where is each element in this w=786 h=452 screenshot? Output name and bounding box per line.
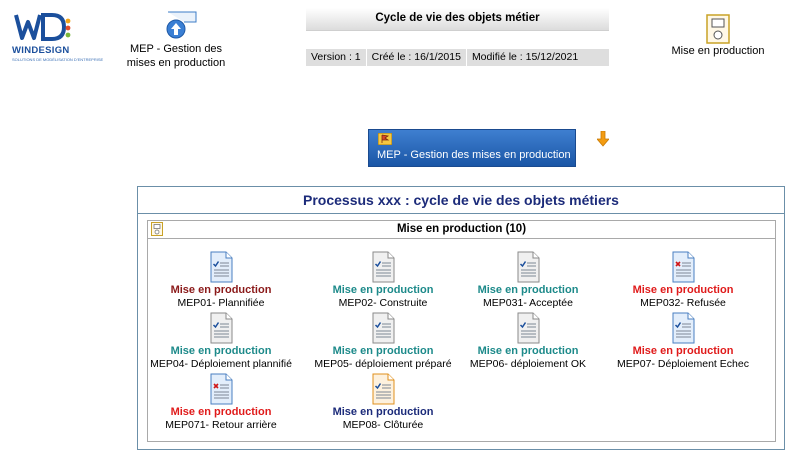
flag-icon (378, 133, 392, 145)
windesign-brand: WINDESIGN (12, 45, 70, 56)
arrow-down-icon[interactable] (597, 131, 609, 147)
state-item[interactable]: Mise en production MEP05- déploiement pré… (308, 312, 458, 371)
state-group-title: Mise en production (10) (396, 223, 527, 235)
state-item-status: Mise en production (332, 345, 434, 357)
state-item-name: MEP06- déploiement OK (469, 358, 587, 370)
modified-label: Modifié le : 15/12/2021 (465, 49, 583, 66)
state-item-status: Mise en production (477, 345, 579, 357)
state-item-status: Mise en production (332, 406, 434, 418)
state-item[interactable]: Mise en production MEP02- Construite (308, 251, 458, 310)
state-group-icon (151, 222, 163, 236)
process-up-arrow-icon (166, 11, 197, 39)
state-item-name: MEP05- déploiement préparé (314, 358, 452, 370)
process-title: Processus xxx : cycle de vie des objets … (138, 187, 784, 214)
state-item[interactable]: Mise en production MEP031- Acceptée (453, 251, 603, 310)
state-item[interactable]: Mise en production MEP07- Déploiement Ech… (608, 312, 758, 371)
state-item-status: Mise en production (170, 406, 272, 418)
created-label: Créé le : 16/1/2015 (365, 49, 466, 66)
windesign-wd-icon (14, 13, 71, 41)
mep-gestion-button[interactable]: MEP - Gestion des mises en production (368, 129, 576, 167)
doc-blue-cross-icon (210, 373, 233, 405)
state-item[interactable]: Mise en production MEP04- Déploiement pla… (146, 312, 296, 371)
doc-gray-check-icon (517, 312, 540, 344)
state-item[interactable]: Mise en production MEP08- Clôturée (308, 373, 458, 432)
mep-gestion-button-label: MEP - Gestion des mises en production (377, 149, 571, 161)
doc-gray-check-icon (372, 251, 395, 283)
state-item-status: Mise en production (477, 284, 579, 296)
doc-gray-check-icon (517, 251, 540, 283)
windesign-tagline: SOLUTIONS DE MODÉLISATION D'ENTREPRISE (12, 57, 104, 62)
state-item-status: Mise en production (170, 345, 272, 357)
state-item-status: Mise en production (170, 284, 272, 296)
mise-en-production-link[interactable]: Mise en production (668, 14, 768, 64)
state-item-name: MEP01- Plannifiée (177, 297, 265, 309)
version-label: Version : 1 (311, 51, 361, 63)
state-item[interactable]: Mise en production MEP071- Retour arrière (146, 373, 296, 432)
state-item-name: MEP08- Clôturée (342, 419, 424, 431)
doc-blue-check-icon (210, 251, 233, 283)
mep-header-link-line2: mises en production (126, 57, 226, 69)
mise-en-production-label: Mise en production (671, 45, 765, 57)
doc-blue-check-icon (672, 312, 695, 344)
info-panel: Cycle de vie des objets métier Version :… (306, 8, 609, 66)
state-item-name: MEP031- Acceptée (483, 297, 573, 309)
state-group-header: Mise en production (10) (148, 221, 775, 239)
state-group: Mise en production (10) Mise en producti… (147, 220, 776, 442)
state-item[interactable]: Mise en production MEP01- Plannifiée (146, 251, 296, 310)
doc-orange-check-icon (372, 373, 395, 405)
doc-blue-cross-icon (672, 251, 695, 283)
mep-header-link-line1: MEP - Gestion des (129, 43, 223, 55)
state-machine-icon (706, 14, 730, 44)
windesign-logo: WINDESIGN SOLUTIONS DE MODÉLISATION D'EN… (8, 10, 103, 66)
doc-gray-check-icon (210, 312, 233, 344)
state-item-name: MEP04- Déploiement plannifié (150, 358, 292, 370)
state-item[interactable]: Mise en production MEP06- déploiement OK (453, 312, 603, 371)
state-item-name: MEP071- Retour arrière (165, 419, 277, 431)
state-item-name: MEP07- Déploiement Echec (617, 358, 749, 370)
process-frame: Processus xxx : cycle de vie des objets … (137, 186, 785, 450)
state-item-name: MEP02- Construite (338, 297, 428, 309)
state-item-name: MEP032- Refusée (640, 297, 726, 309)
mep-header-link[interactable]: MEP - Gestion des mises en production (116, 10, 236, 72)
state-item-status: Mise en production (632, 345, 734, 357)
state-item[interactable]: Mise en production MEP032- Refusée (608, 251, 758, 310)
doc-gray-check-icon (372, 312, 395, 344)
info-meta: Version : 1 Créé le : 16/1/2015 Modifié … (306, 49, 609, 66)
page-title: Cycle de vie des objets métier (306, 8, 609, 31)
state-item-status: Mise en production (632, 284, 734, 296)
state-item-status: Mise en production (332, 284, 434, 296)
